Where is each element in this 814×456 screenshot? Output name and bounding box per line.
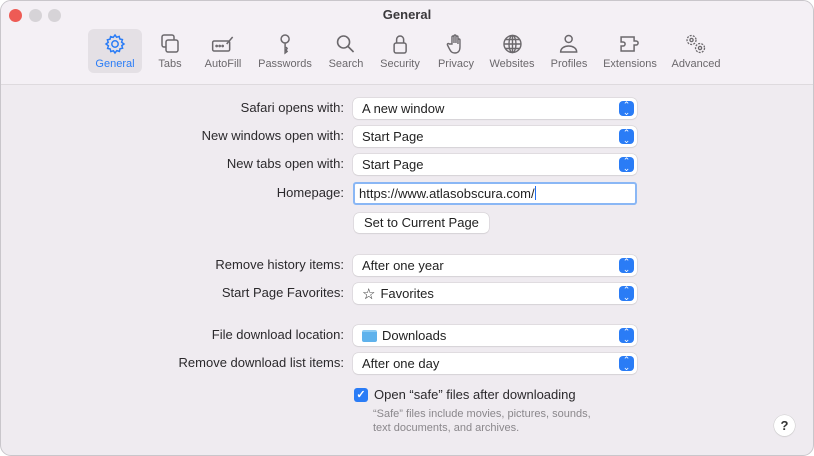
tab-label: Search: [328, 58, 364, 70]
help-button[interactable]: ?: [774, 415, 795, 436]
tab-websites[interactable]: Websites: [483, 29, 540, 73]
safari-opens-label: Safari opens with:: [240, 100, 344, 115]
autofill-icon: [212, 36, 234, 52]
hand-icon: [446, 34, 461, 54]
lock-icon: [393, 35, 407, 54]
popup-value: A new window: [362, 101, 445, 116]
remove-history-label: Remove history items:: [215, 257, 344, 272]
remove-downloads-label: Remove download list items:: [178, 355, 344, 370]
tab-label: Tabs: [158, 58, 182, 70]
folder-icon: [362, 329, 377, 342]
preferences-window: General General Tabs AutoFill Passwords …: [0, 0, 814, 456]
chevron-updown-icon: ⌃ ⌄: [619, 328, 634, 344]
chevron-updown-icon: ⌃ ⌄: [619, 258, 634, 274]
gears-icon: [686, 34, 706, 54]
popup-value: After one day: [362, 356, 440, 371]
open-safe-files-label[interactable]: Open “safe” files after downloading: [374, 387, 576, 402]
tab-advanced[interactable]: Advanced: [666, 29, 727, 73]
new-windows-popup[interactable]: Start Page ⌃ ⌄: [353, 126, 637, 147]
set-to-current-page-button[interactable]: Set to Current Page: [354, 213, 489, 233]
tab-privacy[interactable]: Privacy: [432, 29, 480, 73]
new-windows-label: New windows open with:: [201, 128, 344, 143]
favorites-label: Start Page Favorites:: [221, 285, 344, 300]
tab-label: Security: [380, 58, 420, 70]
chevron-updown-icon: ⌃ ⌄: [619, 101, 634, 117]
homepage-label: Homepage:: [276, 185, 344, 200]
favorites-popup[interactable]: ☆ Favorites ⌃ ⌄: [353, 283, 637, 304]
globe-icon: [502, 34, 522, 54]
popup-value: After one year: [362, 258, 444, 273]
tab-extensions[interactable]: Extensions: [597, 29, 663, 73]
star-icon: ☆: [362, 285, 376, 303]
tab-profiles[interactable]: Profiles: [545, 29, 594, 73]
popup-value: Start Page: [362, 157, 424, 172]
homepage-value: https://www.atlasobscura.com/: [359, 186, 535, 201]
puzzle-icon: [620, 36, 639, 52]
tab-search[interactable]: Search: [323, 29, 370, 73]
download-location-label: File download location:: [211, 327, 344, 342]
chevron-updown-icon: ⌃ ⌄: [619, 286, 634, 302]
tab-passwords[interactable]: Passwords: [252, 29, 318, 73]
tab-label: Extensions: [603, 58, 657, 70]
text-caret: [534, 186, 537, 200]
popup-value: Start Page: [362, 129, 424, 144]
toolbar: General General Tabs AutoFill Passwords …: [1, 1, 813, 85]
window-title: General: [382, 7, 432, 22]
tab-general[interactable]: General: [88, 29, 142, 73]
homepage-input[interactable]: https://www.atlasobscura.com/: [353, 182, 637, 205]
new-tabs-label: New tabs open with:: [226, 156, 344, 171]
tab-tabs[interactable]: Tabs: [152, 29, 188, 73]
tab-label: Profiles: [550, 58, 588, 70]
note-line: “Safe” files include movies, pictures, s…: [373, 408, 591, 420]
tab-label: Advanced: [671, 58, 721, 70]
new-tabs-popup[interactable]: Start Page ⌃ ⌄: [353, 154, 637, 175]
gear-icon: [104, 33, 126, 55]
note-line: text documents, and archives.: [373, 422, 520, 434]
tab-security[interactable]: Security: [374, 29, 426, 73]
person-icon: [560, 34, 578, 53]
tab-label: Passwords: [258, 58, 312, 70]
safe-files-note: “Safe” files include movies, pictures, s…: [373, 407, 591, 435]
download-location-popup[interactable]: Downloads ⌃ ⌄: [353, 325, 637, 346]
tab-label: General: [95, 58, 135, 70]
popup-value: Favorites: [380, 286, 434, 301]
tab-label: Websites: [489, 58, 535, 70]
chevron-updown-icon: ⌃ ⌄: [619, 129, 634, 145]
popup-value: Downloads: [382, 328, 447, 343]
key-icon: [280, 34, 290, 55]
remove-downloads-popup[interactable]: After one day ⌃ ⌄: [353, 353, 637, 374]
remove-history-popup[interactable]: After one year ⌃ ⌄: [353, 255, 637, 276]
chevron-updown-icon: ⌃ ⌄: [619, 157, 634, 173]
tabs-icon: [161, 34, 179, 53]
tab-label: AutoFill: [204, 58, 242, 70]
open-safe-files-checkbox[interactable]: ✓: [354, 388, 368, 402]
safari-opens-popup[interactable]: A new window ⌃ ⌄: [353, 98, 637, 119]
chevron-updown-icon: ⌃ ⌄: [619, 356, 634, 372]
tab-autofill[interactable]: AutoFill: [199, 29, 248, 73]
search-icon: [337, 35, 355, 53]
tab-label: Privacy: [437, 58, 475, 70]
